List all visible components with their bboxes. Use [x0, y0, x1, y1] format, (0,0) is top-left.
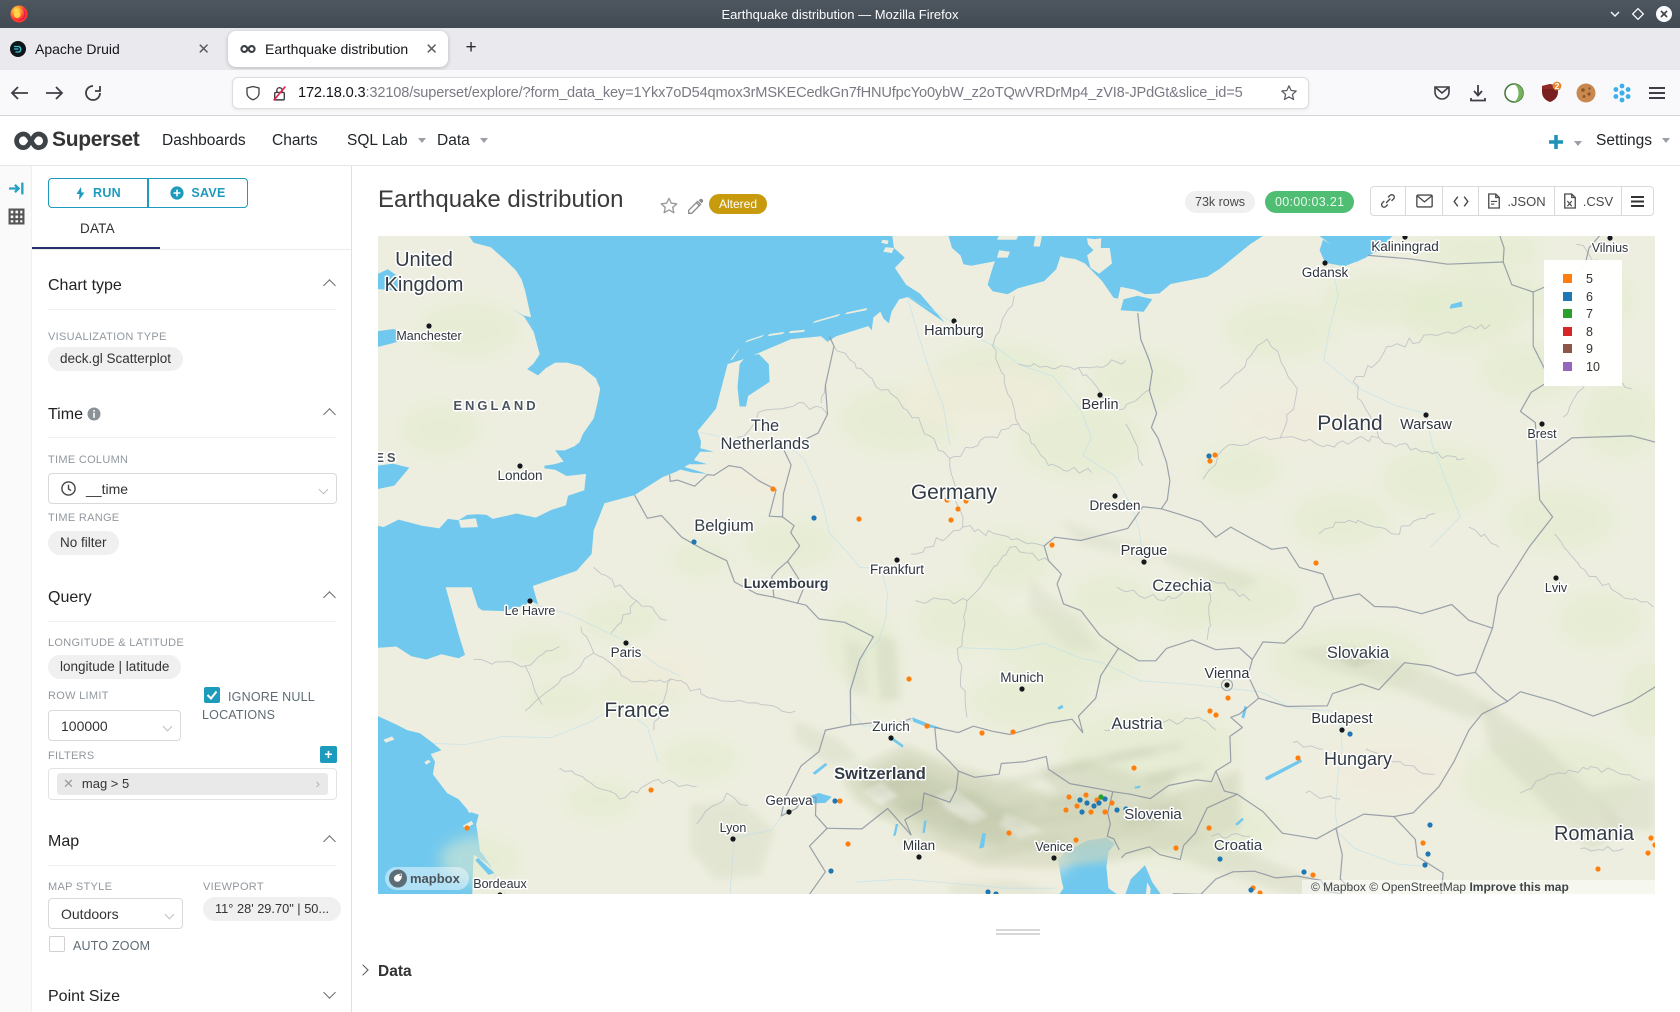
svg-text:Croatia: Croatia — [1214, 837, 1263, 854]
svg-text:8: 8 — [1586, 325, 1593, 339]
svg-text:The: The — [751, 417, 779, 435]
svg-text:London: London — [497, 468, 542, 483]
svg-text:France: France — [604, 699, 669, 722]
svg-text:Warsaw: Warsaw — [1400, 417, 1452, 433]
svg-text:WALES: WALES — [378, 450, 399, 465]
svg-text:Poland: Poland — [1317, 412, 1382, 435]
svg-text:Milan: Milan — [903, 838, 935, 853]
svg-text:© Mapbox © OpenStreetMap Impro: © Mapbox © OpenStreetMap Improve this ma… — [1311, 880, 1569, 894]
svg-text:ENGLAND: ENGLAND — [453, 398, 538, 413]
svg-text:Bordeaux: Bordeaux — [473, 877, 527, 891]
svg-text:7: 7 — [1586, 307, 1593, 321]
svg-text:Budapest: Budapest — [1311, 711, 1372, 727]
svg-text:10: 10 — [1586, 360, 1600, 374]
svg-text:Gdansk: Gdansk — [1302, 265, 1349, 280]
svg-text:Slovakia: Slovakia — [1327, 644, 1390, 662]
svg-text:Zurich: Zurich — [872, 719, 910, 734]
svg-text:Belgium: Belgium — [694, 517, 754, 535]
svg-text:Geneva: Geneva — [765, 793, 813, 808]
svg-text:Prague: Prague — [1121, 543, 1168, 559]
svg-text:Kingdom: Kingdom — [385, 274, 464, 296]
svg-text:Dresden: Dresden — [1089, 498, 1140, 513]
svg-text:Hungary: Hungary — [1324, 749, 1392, 769]
svg-text:Czechia: Czechia — [1152, 577, 1212, 595]
svg-text:Venice: Venice — [1035, 840, 1073, 854]
svg-text:Manchester: Manchester — [396, 329, 461, 343]
svg-text:6: 6 — [1586, 290, 1593, 304]
svg-text:9: 9 — [1586, 342, 1593, 356]
svg-text:Hamburg: Hamburg — [924, 323, 984, 339]
svg-text:Lyon: Lyon — [720, 821, 747, 835]
svg-text:Switzerland: Switzerland — [834, 765, 926, 783]
svg-text:Slovenia: Slovenia — [1124, 806, 1182, 823]
svg-text:Frankfurt: Frankfurt — [870, 562, 924, 577]
svg-text:Austria: Austria — [1111, 715, 1163, 733]
svg-text:Munich: Munich — [1000, 670, 1044, 685]
svg-text:2: 2 — [1555, 81, 1560, 91]
svg-text:Germany: Germany — [911, 481, 998, 504]
svg-text:Netherlands: Netherlands — [721, 435, 810, 453]
svg-text:Vienna: Vienna — [1205, 666, 1251, 682]
svg-text:mapbox: mapbox — [410, 871, 461, 886]
svg-text:Lviv: Lviv — [1545, 581, 1568, 595]
svg-text:United: United — [395, 249, 453, 271]
svg-text:5: 5 — [1586, 272, 1593, 286]
svg-text:Kaliningrad: Kaliningrad — [1371, 239, 1439, 254]
svg-text:Romania: Romania — [1554, 823, 1635, 845]
svg-text:Le Havre: Le Havre — [505, 604, 556, 618]
svg-text:Luxembourg: Luxembourg — [744, 575, 829, 591]
svg-text:Paris: Paris — [611, 645, 642, 660]
svg-text:Vilnius: Vilnius — [1592, 241, 1629, 255]
svg-text:Brest: Brest — [1527, 427, 1557, 441]
svg-text:Berlin: Berlin — [1081, 397, 1118, 413]
